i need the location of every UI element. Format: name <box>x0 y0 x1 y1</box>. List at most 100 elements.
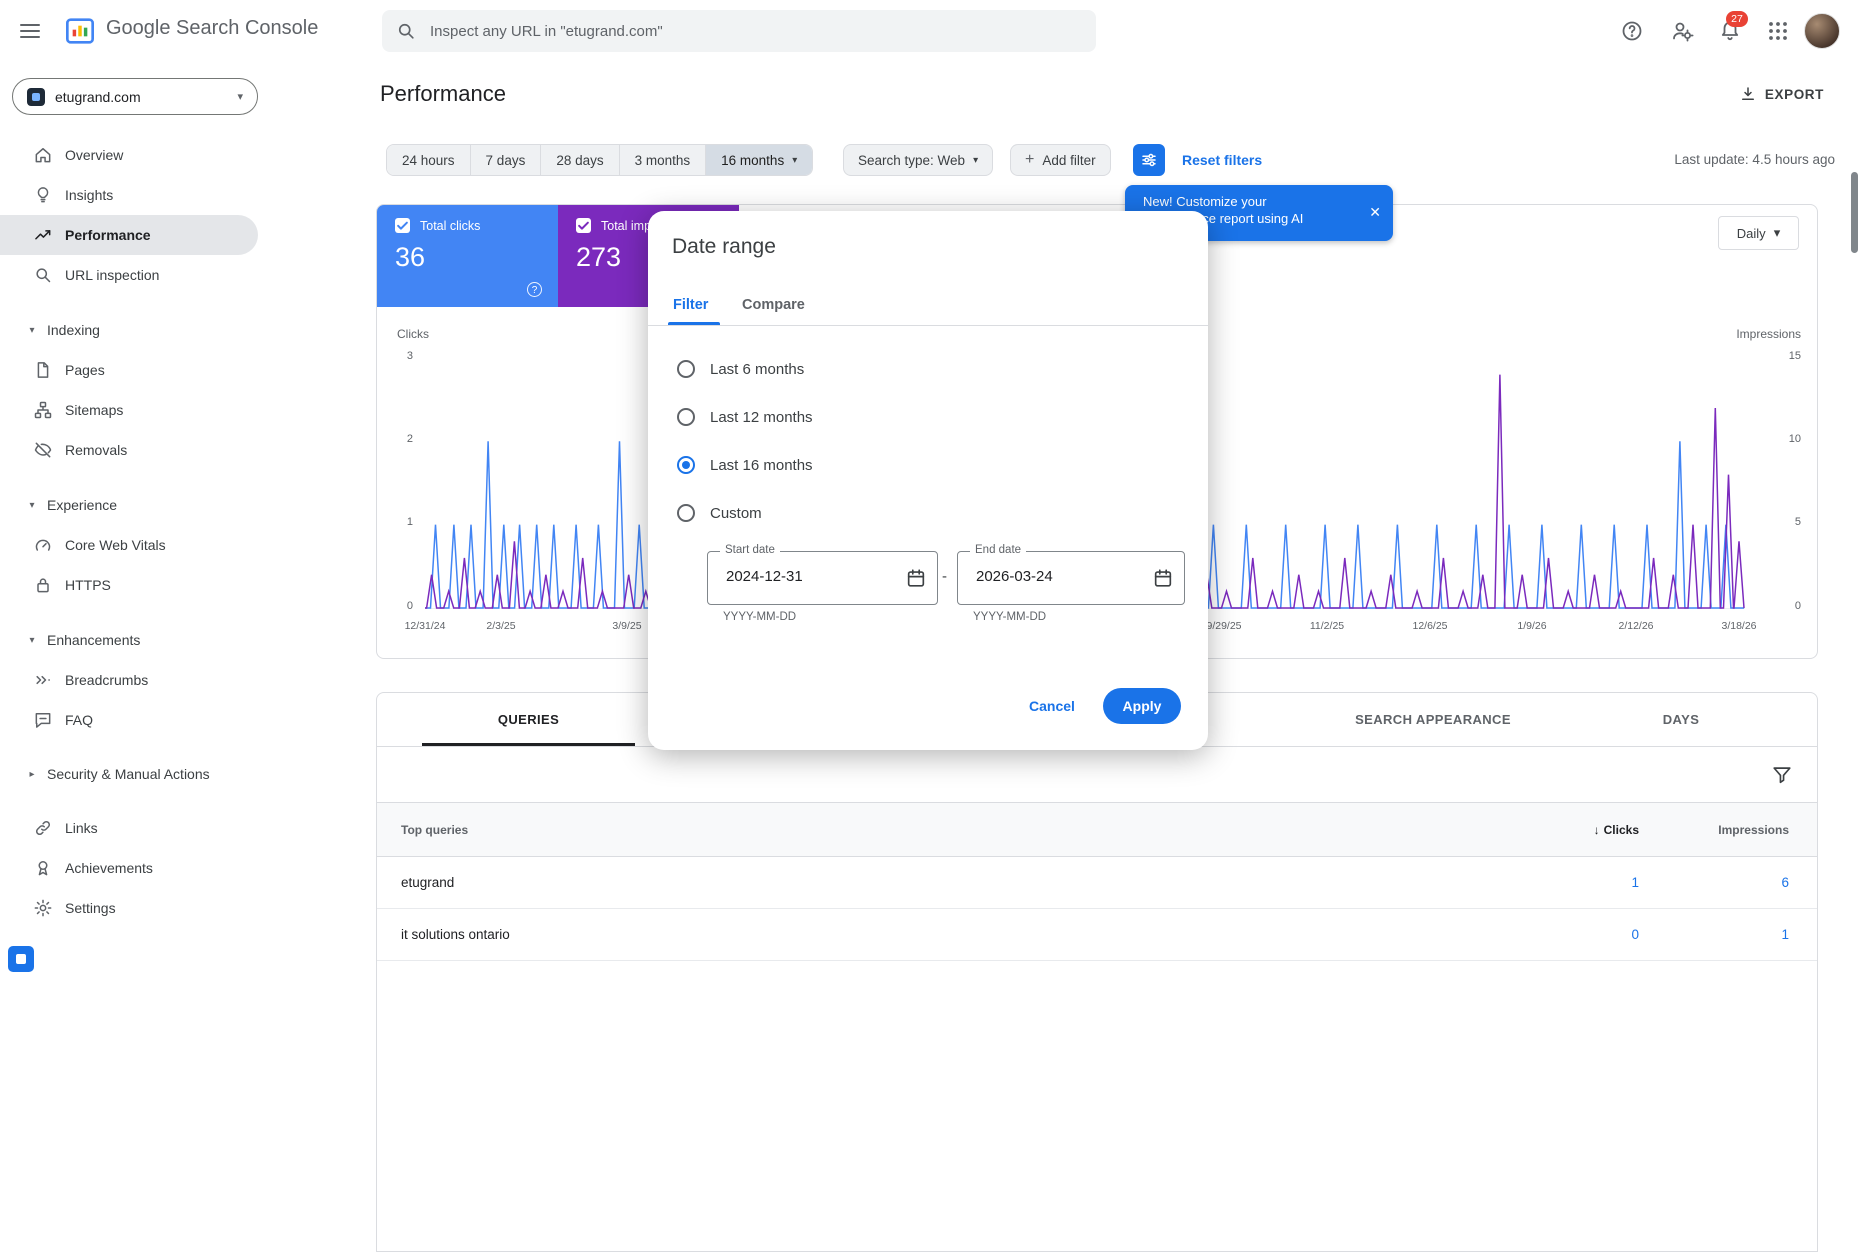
chip-24-hours[interactable]: 24 hours <box>387 145 471 175</box>
active-tab-underline <box>422 743 635 746</box>
reset-filters-link[interactable]: Reset filters <box>1182 144 1262 176</box>
table-filter-icon[interactable] <box>1771 764 1793 786</box>
radio-icon[interactable] <box>677 408 695 426</box>
notification-count-badge: 27 <box>1726 11 1748 27</box>
option-last-6-months[interactable]: Last 6 months <box>677 345 804 393</box>
radio-icon[interactable] <box>677 360 695 378</box>
option-last-16-months[interactable]: Last 16 months <box>677 441 813 489</box>
total-clicks-card[interactable]: Total clicks 36 ? <box>377 205 558 307</box>
url-inspect-searchbar[interactable] <box>382 10 1096 52</box>
search-type-dropdown[interactable]: Search type: Web ▾ <box>843 144 993 176</box>
sidebar-item-https[interactable]: HTTPS <box>0 565 258 605</box>
close-icon[interactable]: ✕ <box>1369 204 1381 221</box>
tab-queries[interactable]: QUERIES <box>422 693 635 746</box>
apps-grid-icon[interactable] <box>1766 19 1790 43</box>
faq-bubble-icon <box>33 710 53 730</box>
x-tick-label: 1/9/26 <box>1517 620 1546 632</box>
chip-3-months[interactable]: 3 months <box>620 145 707 175</box>
option-custom[interactable]: Custom <box>677 489 762 537</box>
help-circle-icon[interactable]: ? <box>527 282 542 297</box>
tab-search-appearance[interactable]: SEARCH APPEARANCE <box>1323 693 1543 746</box>
apply-button[interactable]: Apply <box>1103 688 1181 724</box>
dialog-tab-filter[interactable]: Filter <box>673 297 708 325</box>
date-range-chip-group: 24 hours 7 days 28 days 3 months 16 mont… <box>386 144 813 176</box>
sidebar-section-enhancements[interactable]: ▾ Enhancements <box>0 620 270 660</box>
x-tick-label: 3/9/25 <box>612 620 641 632</box>
sidebar-item-url-inspection[interactable]: URL inspection <box>0 255 258 295</box>
end-date-field[interactable]: End date <box>957 551 1185 605</box>
chip-28-days[interactable]: 28 days <box>541 145 619 175</box>
date-range-dialog: Date range Filter Compare Last 6 months … <box>648 211 1208 750</box>
end-date-input[interactable] <box>974 567 1128 586</box>
sidebar-section-experience[interactable]: ▾ Experience <box>0 485 270 525</box>
left-axis-caption: Clicks <box>397 327 429 341</box>
query-cell: it solutions ontario <box>377 927 1539 942</box>
sidebar-section-security[interactable]: ▸ Security & Manual Actions <box>0 754 270 794</box>
feedback-icon[interactable] <box>8 946 34 972</box>
dialog-title: Date range <box>672 235 776 259</box>
tab-days[interactable]: DAYS <box>1621 693 1741 746</box>
impressions-checkbox[interactable] <box>576 218 591 233</box>
chevron-down-icon: ▾ <box>1774 225 1781 241</box>
col-impressions[interactable]: Impressions <box>1639 823 1817 837</box>
sidebar-item-overview[interactable]: Overview <box>0 135 258 175</box>
sidebar-item-performance[interactable]: Performance <box>0 215 258 255</box>
manage-users-icon[interactable] <box>1670 19 1694 43</box>
x-tick-label: 9/29/25 <box>1206 620 1241 632</box>
calendar-icon[interactable] <box>905 567 927 589</box>
clicks-checkbox[interactable] <box>395 218 410 233</box>
help-icon[interactable] <box>1620 19 1644 43</box>
interval-dropdown[interactable]: Daily ▾ <box>1718 216 1799 250</box>
sort-desc-icon: ↓ <box>1594 823 1600 837</box>
sidebar-item-settings[interactable]: Settings <box>0 888 258 928</box>
x-tick-label: 3/18/26 <box>1721 620 1756 632</box>
lightbulb-icon <box>33 185 53 205</box>
sidebar-item-links[interactable]: Links <box>0 808 258 848</box>
chevron-down-icon: ▾ <box>792 155 797 166</box>
y-tick: 5 <box>1759 516 1801 528</box>
menu-icon[interactable] <box>18 19 42 43</box>
chip-16-months[interactable]: 16 months ▾ <box>706 145 812 175</box>
property-selector[interactable]: etugrand.com ▾ <box>12 78 258 115</box>
filter-settings-button[interactable] <box>1133 144 1165 176</box>
vertical-scrollbar-thumb[interactable] <box>1851 172 1858 253</box>
cancel-button[interactable]: Cancel <box>1017 688 1087 724</box>
url-inspect-input[interactable] <box>428 22 1082 41</box>
sidebar-item-breadcrumbs[interactable]: Breadcrumbs <box>0 660 258 700</box>
start-date-field[interactable]: Start date <box>707 551 938 605</box>
sidebar-item-pages[interactable]: Pages <box>0 350 258 390</box>
table-row[interactable]: etugrand 1 6 <box>377 857 1817 909</box>
sidebar-section-indexing[interactable]: ▾ Indexing <box>0 310 270 350</box>
sidebar-item-achievements[interactable]: Achievements <box>0 848 258 888</box>
chip-7-days[interactable]: 7 days <box>471 145 542 175</box>
add-filter-button[interactable]: + Add filter <box>1010 144 1111 176</box>
start-date-input[interactable] <box>724 567 878 586</box>
x-tick-label: 2/12/26 <box>1618 620 1653 632</box>
avatar[interactable] <box>1804 13 1840 49</box>
option-last-12-months[interactable]: Last 12 months <box>677 393 813 441</box>
col-top-queries[interactable]: Top queries <box>377 823 1539 837</box>
dialog-tab-compare[interactable]: Compare <box>742 297 805 325</box>
sidebar-item-faq[interactable]: FAQ <box>0 700 258 740</box>
col-clicks[interactable]: ↓Clicks <box>1539 823 1639 837</box>
sidebar-item-removals[interactable]: Removals <box>0 430 258 470</box>
chevron-right-icon: ▸ <box>26 769 38 780</box>
chevron-down-icon: ▾ <box>973 155 978 166</box>
query-cell: etugrand <box>377 875 1539 890</box>
sliders-icon <box>1140 151 1158 169</box>
export-button[interactable]: EXPORT <box>1739 85 1824 103</box>
y-tick: 10 <box>1759 433 1801 445</box>
chevron-down-icon: ▾ <box>26 325 38 336</box>
sidebar-item-sitemaps[interactable]: Sitemaps <box>0 390 258 430</box>
y-tick: 1 <box>377 516 413 528</box>
x-tick-label: 12/31/24 <box>405 620 446 632</box>
table-row[interactable]: it solutions ontario 0 1 <box>377 909 1817 961</box>
date-range-separator: - <box>942 568 947 585</box>
sidebar-item-core-web-vitals[interactable]: Core Web Vitals <box>0 525 258 565</box>
sidebar-item-insights[interactable]: Insights <box>0 175 258 215</box>
calendar-icon[interactable] <box>1152 567 1174 589</box>
radio-checked-icon[interactable] <box>677 456 695 474</box>
eye-off-icon <box>33 440 53 460</box>
plus-icon: + <box>1025 151 1034 169</box>
radio-icon[interactable] <box>677 504 695 522</box>
